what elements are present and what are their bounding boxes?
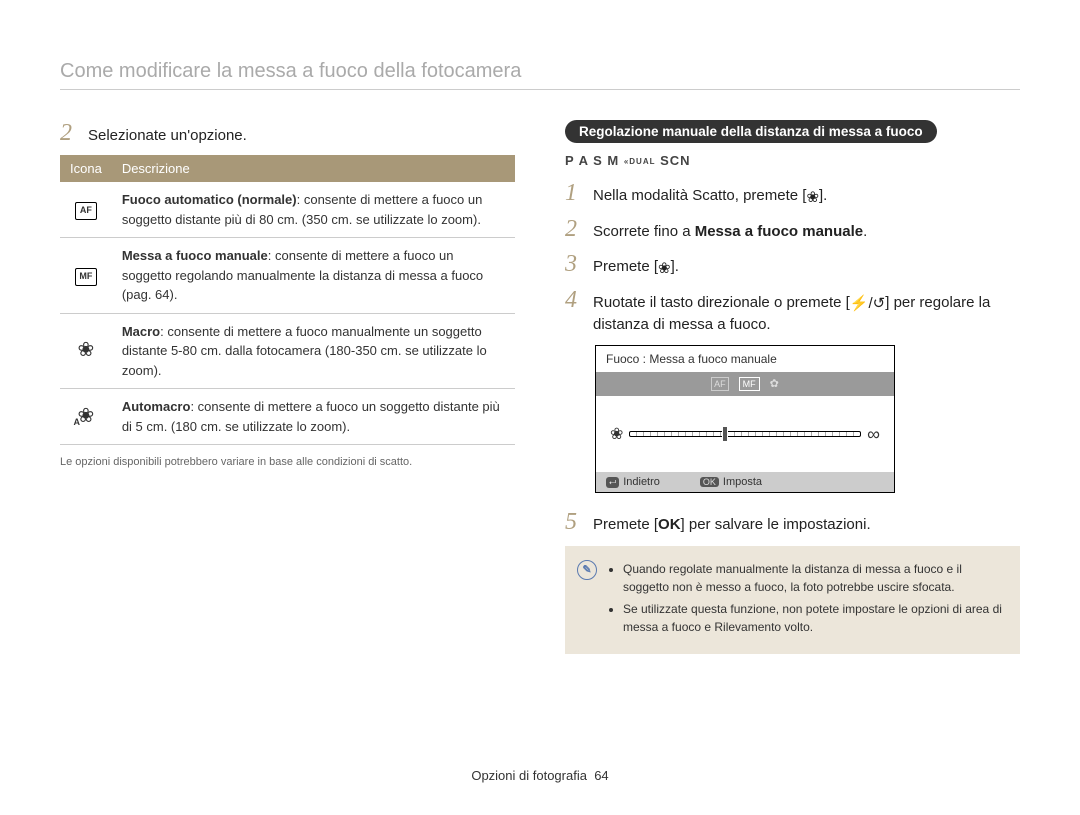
lcd-title: Fuoco : Messa a fuoco manuale [596,346,894,372]
flower-icon: ❀ [806,187,819,208]
lcd-slider-area: ❀ ∞ [596,396,894,472]
page-title: Come modificare la messa a fuoco della f… [60,60,1020,90]
table-row: ❀ Macro: consente di mettere a fuoco man… [60,313,515,389]
table-row: AF Fuoco automatico (normale): consente … [60,182,515,238]
lcd-bottom-bar: ⮠Indietro OKImposta [596,472,894,492]
lcd-back: ⮠Indietro [606,476,660,488]
table-row: ❀A Automacro: consente di mettere a fuoc… [60,389,515,445]
step-text: Scorrete fino a Messa a fuoco manuale. [593,221,867,242]
step-number: 3 [565,251,583,278]
row-text: : consente di mettere a fuoco manualment… [122,324,487,378]
step-text: Nella modalità Scatto, premete [❀]. [593,185,827,208]
lcd-preview: Fuoco : Messa a fuoco manuale AF MF ✿ ❀ … [595,345,895,493]
lcd-mf-icon: MF [739,377,760,391]
automacro-icon-cell: ❀A [60,389,112,445]
step-5: 5 Premete [OK] per salvare le impostazio… [565,509,1020,536]
note-box: ✎ Quando regolate manualmente la distanz… [565,546,1020,654]
lcd-mode-bar: AF MF ✿ [596,372,894,396]
left-column: 2 Selezionate un'opzione. Icona Descrizi… [60,120,515,654]
row-bold: Automacro [122,399,191,414]
right-column: Regolazione manuale della distanza di me… [565,120,1020,654]
footer-page: 64 [594,768,608,783]
lcd-set: OKImposta [700,476,762,488]
flower-icon: ❀ [658,258,671,279]
step-number: 4 [565,287,583,314]
step-text: Selezionate un'opzione. [88,125,247,146]
step-number: 5 [565,509,583,536]
mode-scn: SCN [660,153,690,168]
mode-dual-icon: «DUAL [624,157,656,166]
footer-section: Opzioni di fotografia [471,768,587,783]
mode-row: P A S M «DUAL SCN [565,153,1020,168]
table-header-row: Icona Descrizione [60,155,515,182]
th-desc: Descrizione [112,155,515,182]
page-footer: Opzioni di fotografia 64 [0,768,1080,783]
table-row: MF Messa a fuoco manuale: consente di me… [60,238,515,314]
note-item: Se utilizzate questa funzione, non potet… [623,600,1004,636]
row-bold: Macro [122,324,160,339]
lcd-af-icon: AF [711,377,729,391]
table-footnote: Le opzioni disponibili potrebbero variar… [60,455,515,470]
lcd-flower-icon: ✿ [770,377,779,390]
flash-timer-icon: ⚡/↺ [850,293,885,314]
th-icon: Icona [60,155,112,182]
row-bold: Fuoco automatico (normale) [122,192,297,207]
mf-icon: MF [75,268,97,286]
mode-letters: P A S M [565,153,619,168]
back-key-icon: ⮠ [606,477,619,488]
automacro-desc: Automacro: consente di mettere a fuoco u… [112,389,515,445]
content-columns: 2 Selezionate un'opzione. Icona Descrizi… [60,120,1020,654]
macro-desc: Macro: consente di mettere a fuoco manua… [112,313,515,389]
row-bold: Messa a fuoco manuale [122,248,268,263]
step-number: 2 [565,216,583,243]
mf-desc: Messa a fuoco manuale: consente di mette… [112,238,515,314]
step-4: 4 Ruotate il tasto direzionale o premete… [565,287,1020,335]
af-icon: AF [75,202,97,220]
ok-key-icon: OK [658,516,681,533]
mf-icon-cell: MF [60,238,112,314]
step-text: Premete [❀]. [593,256,679,279]
step-1: 1 Nella modalità Scatto, premete [❀]. [565,180,1020,208]
note-list: Quando regolate manualmente la distanza … [609,560,1004,636]
macro-icon-cell: ❀ [60,313,112,389]
note-item: Quando regolate manualmente la distanza … [623,560,1004,596]
step-2: 2 Selezionate un'opzione. [60,120,515,147]
step-number: 1 [565,180,583,207]
step-3: 3 Premete [❀]. [565,251,1020,279]
info-icon: ✎ [577,560,597,580]
focus-options-table: Icona Descrizione AF Fuoco automatico (n… [60,155,515,445]
flower-a-icon: ❀A [78,406,95,428]
step-text: Ruotate il tasto direzionale o premete [… [593,292,1020,335]
af-icon-cell: AF [60,182,112,238]
section-header: Regolazione manuale della distanza di me… [565,120,937,143]
infinity-icon: ∞ [867,425,880,443]
flower-icon: ❀ [78,339,95,361]
focus-slider[interactable] [629,431,861,437]
af-desc: Fuoco automatico (normale): consente di … [112,182,515,238]
step-number: 2 [60,120,78,147]
ok-key-icon: OK [700,477,719,487]
step-text: Premete [OK] per salvare le impostazioni… [593,514,871,535]
flower-icon: ❀ [610,424,623,444]
slider-handle[interactable] [722,426,728,442]
step-2r: 2 Scorrete fino a Messa a fuoco manuale. [565,216,1020,243]
